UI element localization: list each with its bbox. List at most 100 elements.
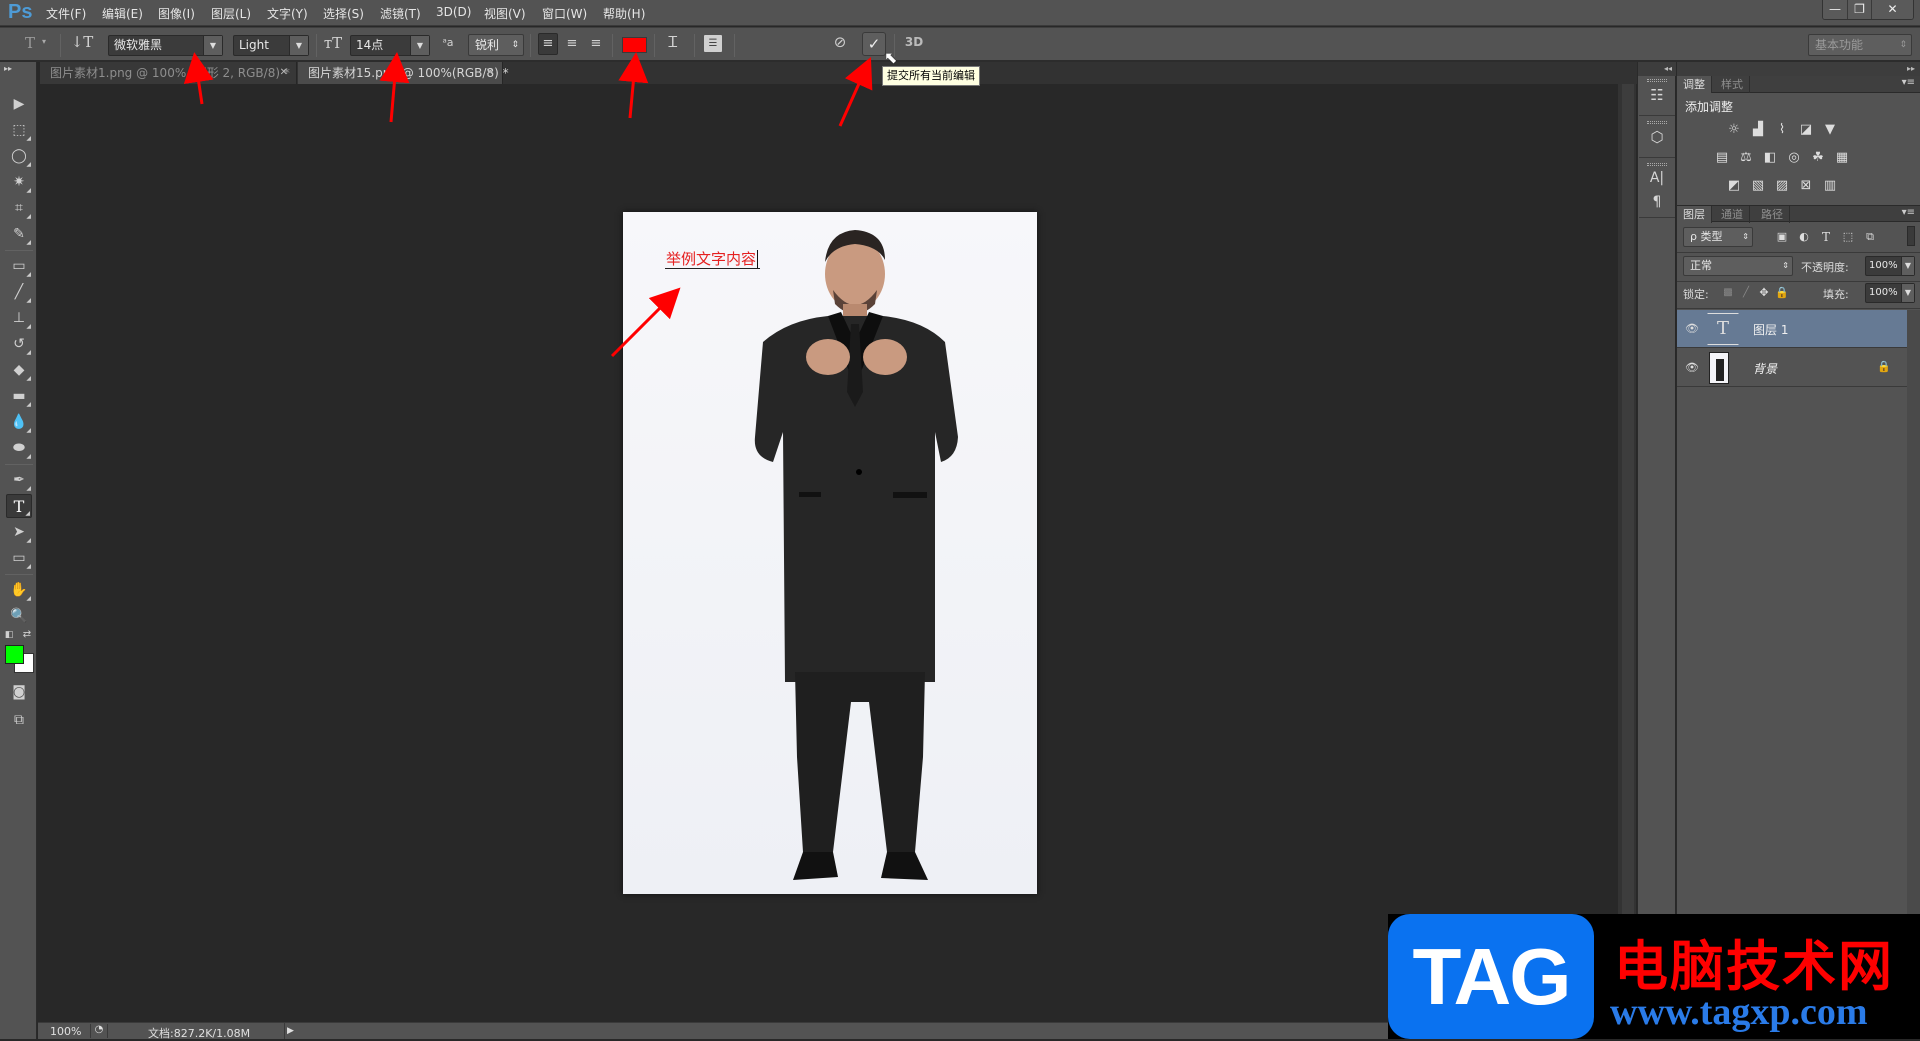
history-panel-button[interactable]: ☷ bbox=[1639, 76, 1675, 116]
lock-position-icon[interactable]: ✥ bbox=[1755, 285, 1773, 301]
vibrance-icon[interactable]: ▼ bbox=[1821, 122, 1839, 138]
curves-icon[interactable]: ⌇ bbox=[1773, 122, 1791, 138]
collapse-dock-icon[interactable]: ◂◂ bbox=[1638, 62, 1676, 76]
crop-tool-icon[interactable]: ⌗ ◢ bbox=[6, 196, 32, 220]
hue-saturation-icon[interactable]: ▤ bbox=[1713, 150, 1731, 166]
menu-file[interactable]: 文件(F) bbox=[46, 5, 86, 22]
commit-edits-button[interactable]: ✓ bbox=[862, 32, 886, 56]
lasso-tool-icon[interactable]: ◯ ◢ bbox=[6, 144, 32, 168]
invert-icon[interactable]: ◩ bbox=[1725, 178, 1743, 194]
default-colors-icon[interactable]: ◧ bbox=[2, 628, 16, 642]
exposure-icon[interactable]: ◪ bbox=[1797, 122, 1815, 138]
threshold-icon[interactable]: ▨ bbox=[1773, 178, 1791, 194]
color-balance-icon[interactable]: ⚖ bbox=[1737, 150, 1755, 166]
vertical-scrollbar[interactable] bbox=[1618, 84, 1636, 1022]
move-tool-icon[interactable]: ▶ bbox=[6, 92, 32, 116]
screen-mode-icon[interactable]: ⧉ bbox=[6, 708, 32, 732]
close-tab-icon[interactable]: ✕ bbox=[280, 62, 288, 84]
lock-transparent-icon[interactable]: ▩ bbox=[1719, 285, 1737, 301]
pen-tool-icon[interactable]: ✒ ◢ bbox=[6, 468, 32, 492]
eraser-tool-icon[interactable]: ◆ ◢ bbox=[6, 358, 32, 382]
selective-color-icon[interactable]: ⊠ bbox=[1797, 178, 1815, 194]
text-color-swatch[interactable] bbox=[622, 37, 647, 53]
quick-mask-icon[interactable]: ◙ bbox=[6, 680, 32, 704]
layer-filter-select[interactable]: ρ 类型 ⇕ bbox=[1683, 227, 1753, 247]
filter-adjustment-icon[interactable]: ◐ bbox=[1795, 229, 1813, 245]
tab-paths[interactable]: 路径 bbox=[1755, 206, 1790, 223]
workspace-select[interactable]: 基本功能 ⇕ bbox=[1808, 34, 1912, 56]
zoom-level[interactable]: 100% bbox=[50, 1025, 81, 1038]
fill-input[interactable]: 100% ▼ bbox=[1865, 283, 1915, 303]
menu-help[interactable]: 帮助(H) bbox=[603, 5, 645, 22]
visibility-eye-icon[interactable]: 👁 bbox=[1685, 361, 1699, 374]
chevron-down-icon[interactable]: ▼ bbox=[1901, 257, 1914, 275]
eyedropper-tool-icon[interactable]: ✎ ◢ bbox=[6, 222, 32, 246]
visibility-eye-icon[interactable]: 👁 bbox=[1685, 322, 1699, 335]
anti-alias-select[interactable]: 锐利 ⇕ bbox=[468, 34, 524, 56]
menu-layer[interactable]: 图层(L) bbox=[211, 5, 251, 22]
filter-toggle[interactable] bbox=[1907, 226, 1915, 246]
gradient-map-icon[interactable]: ▥ bbox=[1821, 178, 1839, 194]
minimize-button[interactable]: — bbox=[1823, 0, 1847, 19]
expand-dock-icon[interactable]: ▸▸ bbox=[1677, 62, 1920, 76]
lock-pixels-icon[interactable]: ╱ bbox=[1737, 285, 1755, 301]
tab-document-15[interactable]: 图片素材15.png @ 100%(RGB/8) * ✕ bbox=[298, 62, 509, 84]
rectangle-tool-icon[interactable]: ▭ ◢ bbox=[6, 546, 32, 570]
hand-tool-icon[interactable]: ✋ ◢ bbox=[6, 578, 32, 602]
close-tab-icon[interactable]: ✕ bbox=[486, 62, 494, 84]
toggle-text-orientation-icon[interactable]: ↓T bbox=[70, 33, 94, 51]
restore-button[interactable]: ❐ bbox=[1847, 0, 1871, 19]
filter-smart-object-icon[interactable]: ⧉ bbox=[1861, 229, 1879, 245]
layer-row-text[interactable]: 👁 T 图层 1 bbox=[1677, 310, 1907, 348]
menu-type[interactable]: 文字(Y) bbox=[267, 5, 308, 22]
healing-brush-tool-icon[interactable]: ▭ ◢ bbox=[6, 254, 32, 278]
close-button[interactable]: ✕ bbox=[1871, 0, 1913, 19]
levels-icon[interactable]: ▟ bbox=[1749, 122, 1767, 138]
character-panel-icon[interactable]: ☰ bbox=[704, 35, 722, 52]
menu-filter[interactable]: 滤镜(T) bbox=[380, 5, 421, 22]
collapse-icon[interactable]: ▸▸ bbox=[4, 64, 12, 73]
tab-document-1[interactable]: 图片素材1.png @ 100% (矩形 2, RGB/8) * ✕ bbox=[40, 62, 297, 84]
zoom-tool-icon[interactable]: 🔍 bbox=[6, 604, 32, 628]
posterize-icon[interactable]: ▧ bbox=[1749, 178, 1767, 194]
align-left-icon[interactable]: ≡ bbox=[538, 33, 558, 55]
3d-button[interactable]: 3D bbox=[902, 35, 926, 49]
status-options-icon[interactable]: ◔ bbox=[90, 1024, 108, 1038]
font-style-select[interactable]: Light ▼ bbox=[233, 35, 309, 56]
chevron-down-icon[interactable]: ▼ bbox=[1901, 284, 1914, 302]
properties-panel-button[interactable]: ⬡ bbox=[1639, 118, 1675, 158]
clone-stamp-tool-icon[interactable]: ⊥ ◢ bbox=[6, 306, 32, 330]
font-size-select[interactable]: 14点 ▼ bbox=[350, 35, 430, 56]
menu-view[interactable]: 视图(V) bbox=[484, 5, 526, 22]
dodge-tool-icon[interactable]: ⬬ ◢ bbox=[6, 436, 32, 460]
filter-shape-icon[interactable]: ⬚ bbox=[1839, 229, 1857, 245]
marquee-tool-icon[interactable]: ⬚ ◢ bbox=[6, 118, 32, 142]
lock-all-icon[interactable]: 🔒 bbox=[1773, 285, 1791, 301]
gradient-tool-icon[interactable]: ▬ ◢ bbox=[6, 384, 32, 408]
text-layer-editing[interactable]: 举例文字内容 bbox=[665, 250, 761, 269]
blend-mode-select[interactable]: 正常 ⇕ bbox=[1683, 256, 1793, 276]
tab-layers[interactable]: 图层 bbox=[1677, 206, 1712, 223]
tab-channels[interactable]: 通道 bbox=[1715, 206, 1750, 223]
menu-image[interactable]: 图像(I) bbox=[158, 5, 195, 22]
history-brush-tool-icon[interactable]: ↺ ◢ bbox=[6, 332, 32, 356]
align-right-icon[interactable]: ≡ bbox=[586, 33, 606, 55]
filter-type-icon[interactable]: T bbox=[1817, 229, 1835, 245]
menu-3d[interactable]: 3D(D) bbox=[436, 5, 471, 19]
brightness-contrast-icon[interactable]: ☼ bbox=[1725, 122, 1743, 138]
swap-colors-icon[interactable]: ⇄ bbox=[20, 628, 34, 642]
tab-styles[interactable]: 样式 bbox=[1715, 76, 1750, 93]
cancel-edits-icon[interactable]: ⊘ bbox=[830, 33, 850, 51]
menu-window[interactable]: 窗口(W) bbox=[542, 5, 587, 22]
type-tool-icon[interactable]: T ◢ bbox=[6, 494, 32, 518]
brush-tool-icon[interactable]: ╱ ◢ bbox=[6, 280, 32, 304]
path-selection-tool-icon[interactable]: ➤ ◢ bbox=[6, 520, 32, 544]
channel-mixer-icon[interactable]: ☘ bbox=[1809, 150, 1827, 166]
panel-menu-icon[interactable]: ▾≡ bbox=[1902, 77, 1915, 88]
color-lookup-icon[interactable]: ▦ bbox=[1833, 150, 1851, 166]
status-menu-arrow-icon[interactable]: ▶ bbox=[284, 1023, 296, 1039]
blur-tool-icon[interactable]: 💧 ◢ bbox=[6, 410, 32, 434]
menu-select[interactable]: 选择(S) bbox=[323, 5, 364, 22]
warp-text-icon[interactable]: Ꮖ bbox=[662, 33, 684, 51]
paragraph-icon[interactable]: ¶ bbox=[1639, 194, 1675, 210]
